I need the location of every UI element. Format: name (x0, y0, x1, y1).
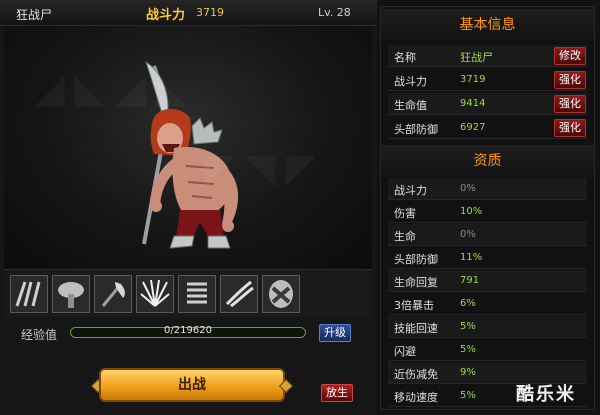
aptitude-row: 生命 0% (388, 224, 587, 246)
skill-mask-icon (263, 276, 299, 312)
fight-button[interactable]: 出战 (99, 368, 285, 402)
level-label: Lv. 28 (318, 6, 351, 19)
rename-button[interactable]: 修改 (554, 47, 586, 65)
stat-value: 0% (460, 229, 476, 240)
basic-info-row: 名称 狂战尸 修改 (388, 45, 587, 67)
experience-row: 经验值 0/219620 升级 (0, 318, 377, 348)
stat-value: 5% (460, 321, 476, 332)
aptitude-row: 生命回复 791 (388, 270, 587, 292)
skill-slot[interactable] (220, 275, 258, 313)
skill-axe-icon (95, 276, 131, 312)
skill-slot[interactable] (178, 275, 216, 313)
experience-label: 经验值 (21, 328, 58, 342)
pet-name: 狂战尸 (16, 8, 53, 22)
skill-burst-icon (137, 276, 173, 312)
stat-key: 伤害 (394, 207, 416, 220)
skill-bar (4, 269, 372, 317)
stat-value: 0% (460, 183, 476, 194)
stat-value: 3719 (460, 74, 486, 85)
stat-key: 近伤减免 (394, 368, 438, 381)
release-button[interactable]: 放生 (321, 384, 353, 402)
stat-value: 5% (460, 390, 476, 401)
stat-value: 6927 (460, 122, 486, 133)
character-preview: ◢◣◢◣ ◤◥◤ (4, 26, 372, 269)
stat-key: 名称 (394, 51, 416, 64)
enhance-button[interactable]: 强化 (554, 95, 586, 113)
stat-key: 头部防御 (394, 123, 438, 136)
stat-key: 战斗力 (394, 184, 427, 197)
skill-slot[interactable] (94, 275, 132, 313)
skill-slash-icon (221, 276, 257, 312)
basic-info-row: 生命值 9414 强化 (388, 93, 587, 115)
stat-key: 生命回复 (394, 276, 438, 289)
basic-info-row: 头部防御 6927 强化 (388, 117, 587, 139)
basic-info-title: 基本信息 (381, 9, 594, 41)
stat-key: 战斗力 (394, 75, 427, 88)
aptitude-row: 闪避 5% (388, 339, 587, 361)
power-value: 3719 (196, 6, 224, 19)
aptitude-title: 资质 (381, 145, 594, 177)
stat-key: 移动速度 (394, 391, 438, 404)
pet-detail-panel: 狂战尸 战斗力 3719 Lv. 28 ◢◣◢◣ ◤◥◤ (0, 0, 377, 415)
site-watermark: 酷乐米 (516, 384, 576, 405)
pet-header: 狂战尸 战斗力 3719 Lv. 28 (0, 0, 377, 26)
upgrade-button[interactable]: 升级 (319, 324, 351, 342)
stat-key: 闪避 (394, 345, 416, 358)
stat-value: 791 (460, 275, 480, 286)
skill-slot[interactable] (10, 275, 48, 313)
stat-value: 6% (460, 298, 476, 309)
power-label: 战斗力 (146, 8, 186, 23)
stat-value: 11% (460, 252, 483, 263)
skill-slot[interactable] (52, 275, 90, 313)
stats-panel: 基本信息 名称 狂战尸 修改 战斗力 3719 强化 生命值 9414 强化 头… (380, 6, 595, 410)
stat-key: 技能回速 (394, 322, 438, 335)
aptitude-row: 3倍暴击 6% (388, 293, 587, 315)
skill-slot[interactable] (262, 275, 300, 313)
stat-key: 头部防御 (394, 253, 438, 266)
aptitude-row: 战斗力 0% (388, 178, 587, 200)
aptitude-row: 技能回速 5% (388, 316, 587, 338)
enhance-button[interactable]: 强化 (554, 119, 586, 137)
stat-value: 5% (460, 344, 476, 355)
skill-spring-icon (179, 276, 215, 312)
aptitude-row: 伤害 10% (388, 201, 587, 223)
experience-value: 0/219620 (164, 325, 212, 336)
skill-slot[interactable] (136, 275, 174, 313)
stat-value: 9% (460, 367, 476, 378)
stat-value: 9414 (460, 98, 486, 109)
skill-claw-icon (11, 276, 47, 312)
stat-value: 狂战尸 (460, 51, 493, 64)
aptitude-row: 头部防御 11% (388, 247, 587, 269)
basic-info-row: 战斗力 3719 强化 (388, 69, 587, 91)
stat-key: 生命值 (394, 99, 427, 112)
enhance-button[interactable]: 强化 (554, 71, 586, 89)
stat-key: 生命 (394, 230, 416, 243)
skill-mushroom-icon (53, 276, 89, 312)
stat-value: 10% (460, 206, 483, 217)
stat-key: 3倍暴击 (394, 299, 434, 312)
